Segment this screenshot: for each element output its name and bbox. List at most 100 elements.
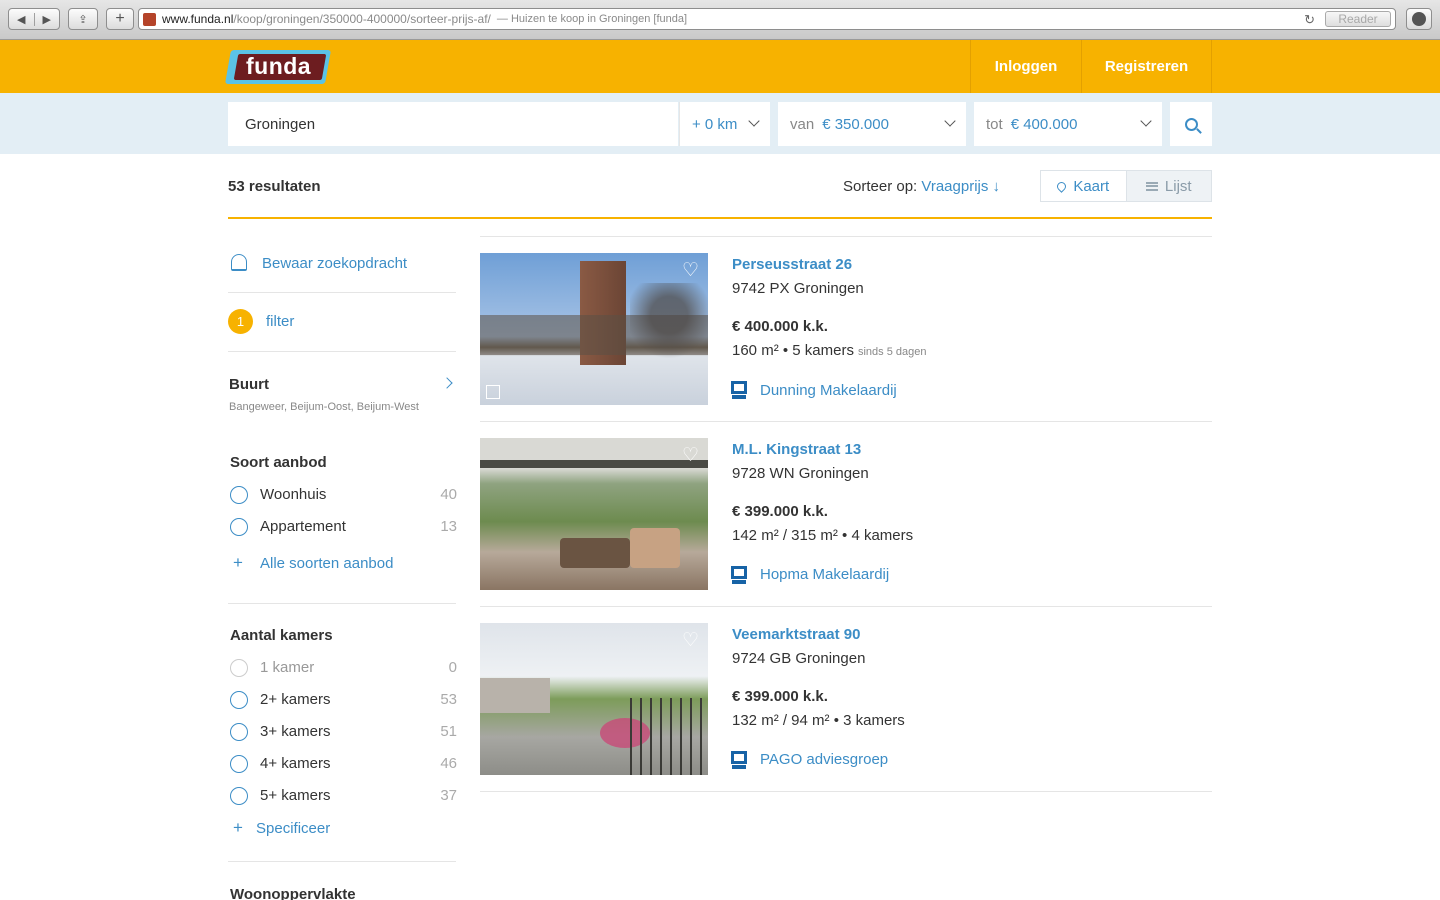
sort-dropdown[interactable]: Vraagprijs ↓ bbox=[921, 178, 1000, 195]
sort-label: Sorteer op: bbox=[843, 178, 918, 195]
new-tab-button[interactable]: + bbox=[106, 8, 134, 30]
kamers-4-count: 46 bbox=[440, 755, 457, 772]
bell-icon bbox=[231, 254, 247, 271]
kamers-1-radio bbox=[230, 659, 248, 677]
reader-button[interactable]: Reader bbox=[1325, 11, 1391, 27]
listing-agent[interactable]: Dunning Makelaardij bbox=[760, 382, 897, 399]
plus-icon: + bbox=[233, 553, 243, 572]
listing-street[interactable]: M.L. Kingstraat 13 bbox=[732, 441, 861, 458]
min-price-select[interactable]: van € 350.000 bbox=[778, 102, 966, 146]
listing-agent[interactable]: PAGO adviesgroep bbox=[760, 751, 888, 768]
kamers-4-radio[interactable] bbox=[230, 755, 248, 773]
heart-icon[interactable]: ♡ bbox=[682, 261, 699, 280]
min-price-label: van bbox=[790, 115, 815, 133]
buurt-title[interactable]: Buurt bbox=[229, 376, 269, 393]
map-view-button[interactable]: Kaart bbox=[1041, 171, 1126, 201]
list-view-button[interactable]: Lijst bbox=[1125, 171, 1211, 201]
kamers-5-label[interactable]: 5+ kamers bbox=[260, 787, 330, 804]
appartement-label[interactable]: Appartement bbox=[260, 518, 346, 535]
listing-specs-text: 160 m² • 5 kamers bbox=[732, 342, 854, 359]
location-input[interactable]: Groningen bbox=[228, 102, 678, 146]
kamers-5-radio[interactable] bbox=[230, 787, 248, 805]
chevron-down-icon bbox=[1140, 115, 1152, 127]
site-header: funda Inloggen Registreren bbox=[0, 40, 1440, 93]
heart-icon[interactable]: ♡ bbox=[682, 631, 699, 650]
kamers-3-count: 51 bbox=[440, 723, 457, 740]
floorplan-icon bbox=[486, 385, 500, 399]
list-view-label: Lijst bbox=[1164, 177, 1192, 195]
kamers-4-label[interactable]: 4+ kamers bbox=[260, 755, 330, 772]
back-arrow-icon[interactable]: ◀ bbox=[9, 13, 34, 26]
nvm-logo-icon bbox=[731, 381, 747, 401]
all-soorten-link[interactable]: Alle soorten aanbod bbox=[260, 555, 393, 572]
divider bbox=[480, 606, 1212, 607]
view-toggle: Kaart Lijst bbox=[1040, 170, 1212, 202]
downloads-button[interactable] bbox=[1406, 8, 1432, 30]
login-button[interactable]: Inloggen bbox=[970, 40, 1081, 93]
register-button[interactable]: Registreren bbox=[1081, 40, 1212, 93]
results-count: 53 resultaten bbox=[228, 178, 321, 195]
kamers-1-label: 1 kamer bbox=[260, 659, 315, 676]
max-price-value: € 400.000 bbox=[1010, 115, 1078, 133]
buurt-values: Bangeweer, Beijum-Oost, Beijum-West bbox=[229, 401, 419, 413]
filter-count-badge: 1 bbox=[228, 309, 253, 334]
listing-photo[interactable]: ♡ bbox=[480, 438, 708, 590]
woonhuis-radio[interactable] bbox=[230, 486, 248, 504]
listing-postal: 9742 PX Groningen bbox=[732, 280, 864, 297]
woonhuis-label[interactable]: Woonhuis bbox=[260, 486, 326, 503]
kamers-3-label[interactable]: 3+ kamers bbox=[260, 723, 330, 740]
funda-logo[interactable]: funda bbox=[225, 50, 331, 84]
search-icon bbox=[1184, 117, 1198, 131]
filter-link[interactable]: filter bbox=[266, 313, 294, 330]
kamers-2-radio[interactable] bbox=[230, 691, 248, 709]
listing-agent[interactable]: Hopma Makelaardij bbox=[760, 566, 889, 583]
listing-photo[interactable]: ♡ bbox=[480, 623, 708, 775]
search-bar: Groningen + 0 km van € 350.000 tot € 400… bbox=[0, 93, 1440, 154]
forward-arrow-icon[interactable]: ▶ bbox=[33, 12, 60, 26]
listing-price: € 399.000 k.k. bbox=[732, 503, 828, 520]
appartement-radio[interactable] bbox=[230, 518, 248, 536]
kamers-2-count: 53 bbox=[440, 691, 457, 708]
back-forward-buttons[interactable]: ◀ ▶ bbox=[8, 8, 60, 30]
logo-text: funda bbox=[246, 53, 312, 79]
download-icon bbox=[1412, 12, 1426, 26]
chevron-right-icon[interactable] bbox=[441, 377, 453, 389]
share-button[interactable]: ⇪ bbox=[68, 8, 98, 30]
divider bbox=[480, 421, 1212, 422]
browser-toolbar: ◀ ▶ ⇪ + www.funda.nl /koop/groningen/3500… bbox=[0, 0, 1440, 40]
listing-postal: 9728 WN Groningen bbox=[732, 465, 869, 482]
reload-icon[interactable]: ↻ bbox=[1304, 12, 1315, 28]
divider bbox=[228, 603, 456, 604]
listing-street[interactable]: Veemarktstraat 90 bbox=[732, 626, 860, 643]
share-icon: ⇪ bbox=[78, 13, 88, 26]
address-bar[interactable]: www.funda.nl /koop/groningen/350000-4000… bbox=[138, 8, 1396, 30]
listing-price: € 399.000 k.k. bbox=[732, 688, 828, 705]
kamers-5-count: 37 bbox=[440, 787, 457, 804]
chevron-down-icon bbox=[944, 115, 956, 127]
favicon-icon bbox=[143, 12, 156, 26]
max-price-select[interactable]: tot € 400.000 bbox=[974, 102, 1162, 146]
listing-photo[interactable]: ♡ bbox=[480, 253, 708, 405]
heart-icon[interactable]: ♡ bbox=[682, 446, 699, 465]
radius-select[interactable]: + 0 km bbox=[679, 102, 770, 146]
listing-since: sinds 5 dagen bbox=[857, 346, 927, 358]
divider bbox=[480, 236, 1212, 237]
listing-street[interactable]: Perseusstraat 26 bbox=[732, 256, 852, 273]
search-button[interactable] bbox=[1170, 102, 1212, 146]
specificeer-link[interactable]: Specificeer bbox=[256, 820, 330, 837]
kamers-3-radio[interactable] bbox=[230, 723, 248, 741]
kamers-2-label[interactable]: 2+ kamers bbox=[260, 691, 330, 708]
listing-specs: 132 m² / 94 m² • 3 kamers bbox=[732, 712, 905, 729]
sort-control: Sorteer op: Vraagprijs ↓ bbox=[843, 178, 1000, 195]
oppervlakte-title: Woonoppervlakte bbox=[230, 886, 356, 900]
map-view-label: Kaart bbox=[1073, 177, 1110, 195]
woonhuis-count: 40 bbox=[440, 486, 457, 503]
divider bbox=[228, 217, 1212, 219]
save-search-link[interactable]: Bewaar zoekopdracht bbox=[262, 255, 407, 272]
chevron-down-icon bbox=[748, 115, 760, 127]
plus-icon: + bbox=[233, 818, 243, 837]
nvm-logo-icon bbox=[731, 751, 747, 771]
appartement-count: 13 bbox=[440, 518, 457, 535]
max-price-label: tot bbox=[986, 115, 1003, 133]
divider bbox=[480, 791, 1212, 792]
